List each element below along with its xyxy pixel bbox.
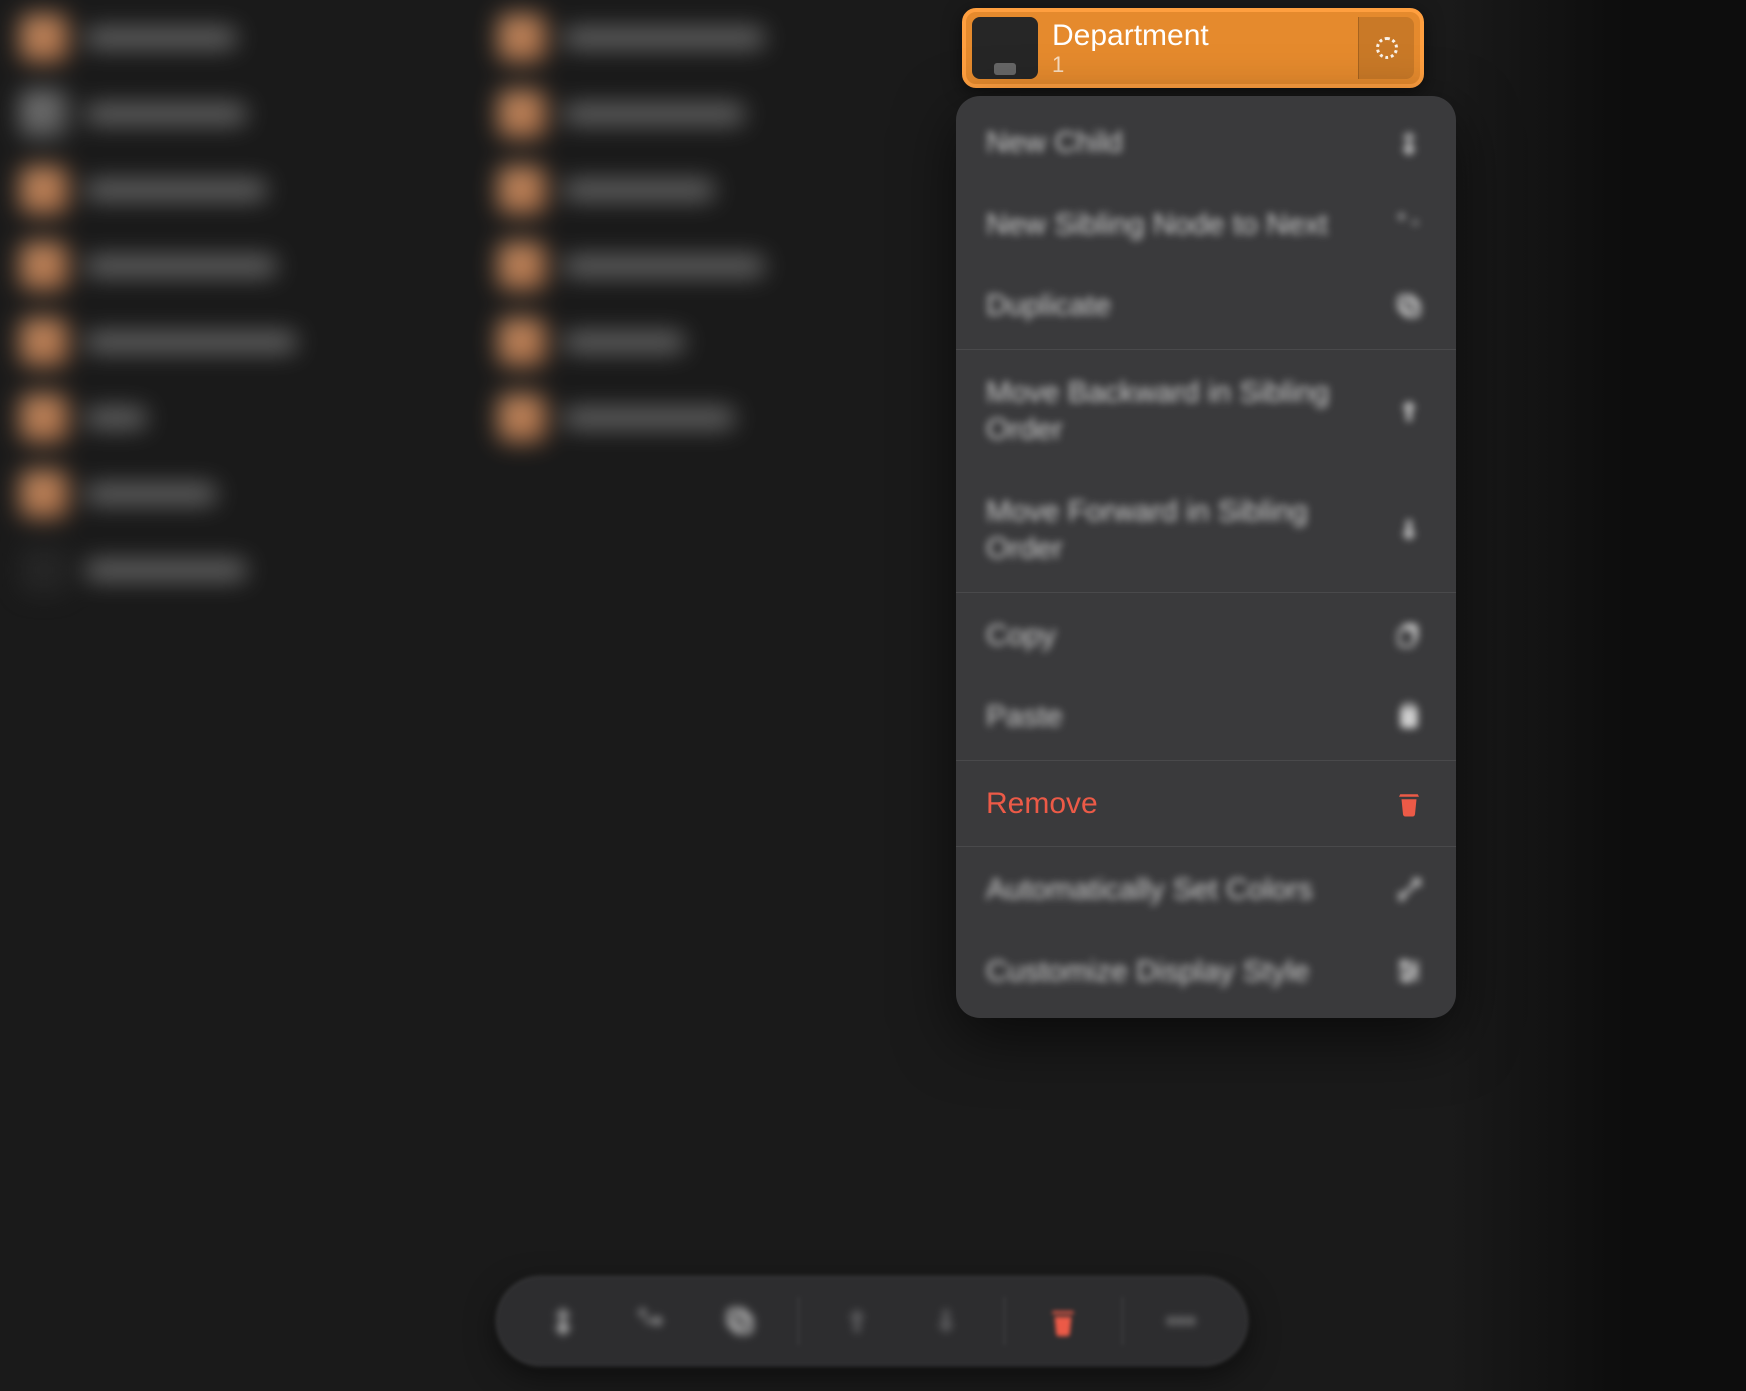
wand-icon [1392,873,1426,907]
menu-auto-colors[interactable]: Automatically Set Colors [956,849,1456,931]
tool-move-down[interactable] [916,1291,976,1351]
sliders-icon [1392,954,1426,988]
department-count: 1 [1052,52,1344,78]
right-gradient [1446,0,1746,1391]
toolbar-divider [798,1297,799,1345]
menu-copy[interactable]: Copy [956,595,1456,677]
menu-label: Duplicate [986,287,1111,325]
toolbar-divider [1004,1297,1005,1345]
menu-label: New Sibling Node to Next [986,206,1328,244]
copy-icon [1392,618,1426,652]
menu-paste[interactable]: Paste [956,676,1456,758]
background-list-col-1 [0,0,470,608]
paste-icon [1392,700,1426,734]
menu-label: Automatically Set Colors [986,871,1313,909]
menu-divider [956,592,1456,593]
department-card[interactable]: Department 1 [962,8,1424,88]
menu-label: Remove [986,785,1098,823]
department-thumbnail [972,17,1038,79]
menu-label: New Child [986,124,1123,162]
menu-label: Move Backward in Sibling Order [986,374,1346,449]
menu-new-sibling[interactable]: New Sibling Node to Next [956,184,1456,266]
menu-divider [956,846,1456,847]
menu-new-child[interactable]: New Child [956,102,1456,184]
menu-move-forward[interactable]: Move Forward in Sibling Order [956,471,1456,590]
department-title: Department [1052,19,1344,52]
menu-customize-style[interactable]: Customize Display Style [956,931,1456,1013]
duplicate-icon [1392,289,1426,323]
bottom-toolbar [496,1276,1248,1366]
sparkle-right-icon [1392,207,1426,241]
tool-more[interactable] [1151,1291,1211,1351]
menu-label: Copy [986,617,1056,655]
menu-divider [956,760,1456,761]
menu-remove[interactable]: Remove [956,763,1456,845]
toolbar-divider [1122,1297,1123,1345]
context-menu: New Child New Sibling Node to Next Dupli… [956,96,1456,1018]
trash-icon [1392,786,1426,820]
menu-label: Paste [986,698,1063,736]
menu-label: Move Forward in Sibling Order [986,493,1346,568]
tool-new-child[interactable] [533,1291,593,1351]
menu-divider [956,349,1456,350]
tool-new-sibling[interactable] [621,1291,681,1351]
tool-move-up[interactable] [827,1291,887,1351]
sparkle-down-icon [1392,126,1426,160]
arrow-up-icon [1392,394,1426,428]
tool-duplicate[interactable] [710,1291,770,1351]
loading-icon [1376,37,1398,59]
background-list-col-2 [478,0,948,456]
department-expand-button[interactable] [1358,17,1414,79]
menu-move-backward[interactable]: Move Backward in Sibling Order [956,352,1456,471]
arrow-down-icon [1392,513,1426,547]
menu-label: Customize Display Style [986,953,1309,991]
tool-remove[interactable] [1033,1291,1093,1351]
menu-duplicate[interactable]: Duplicate [956,265,1456,347]
